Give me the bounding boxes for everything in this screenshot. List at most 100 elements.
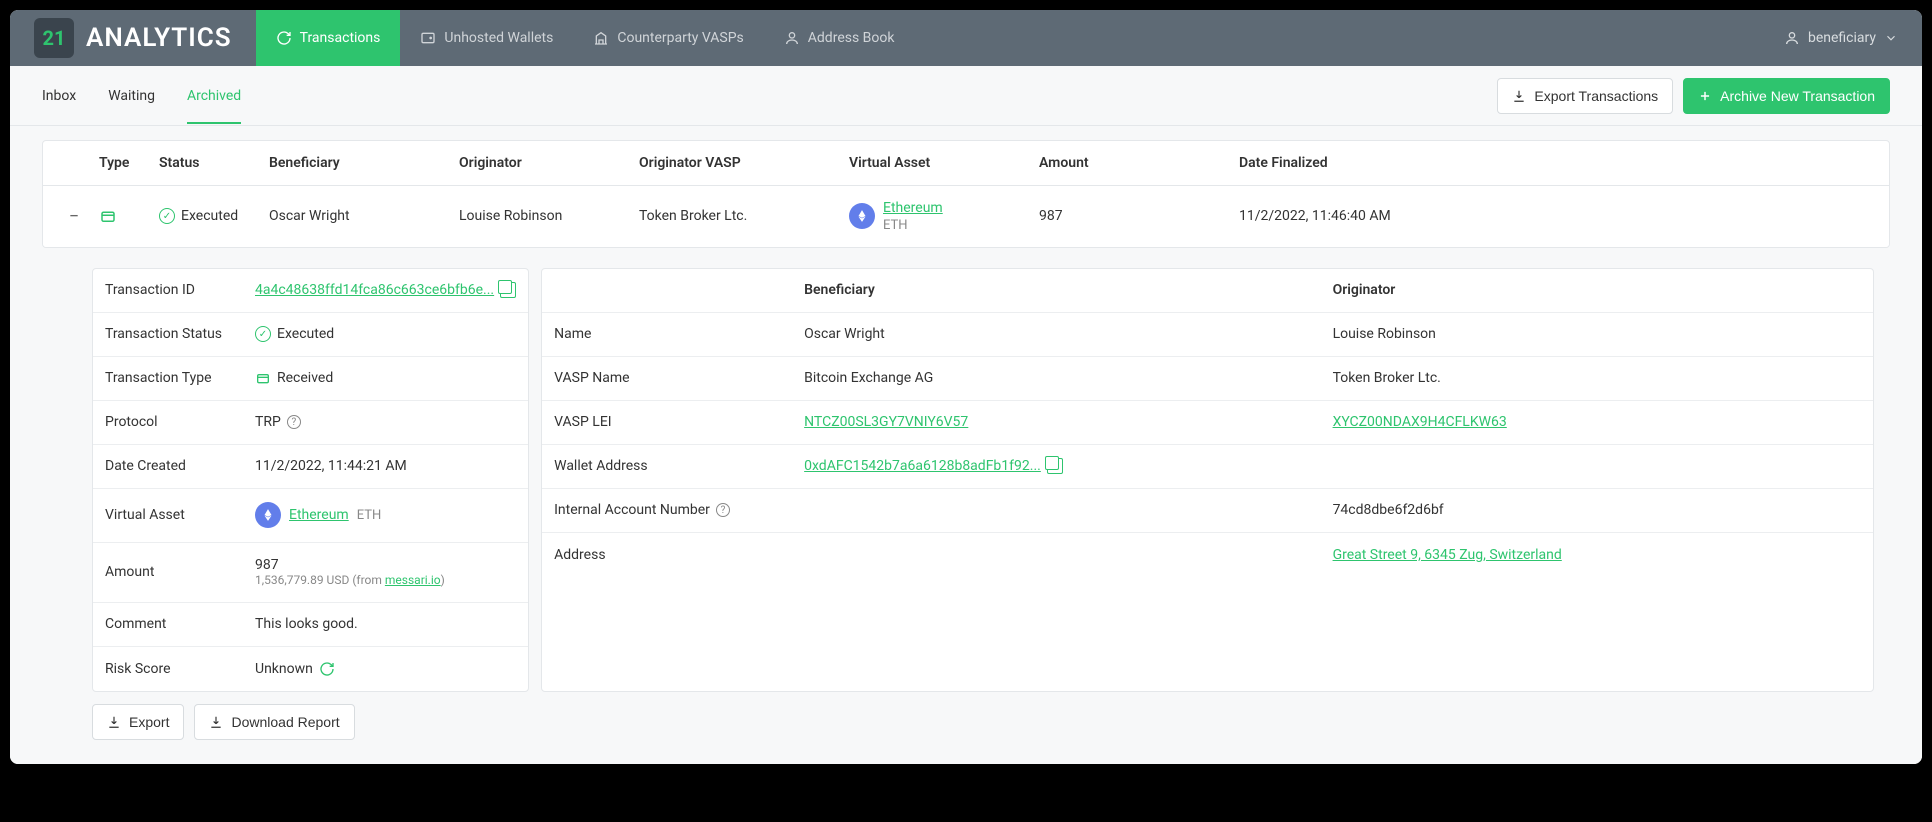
originator-address-link[interactable]: Great Street 9, 6345 Zug, Switzerland <box>1333 547 1562 563</box>
user-icon <box>1784 30 1800 46</box>
address-label: Address <box>554 547 804 563</box>
nav-item-label: Counterparty VASPs <box>617 30 743 46</box>
table-header: Type Status Beneficiary Originator Origi… <box>43 141 1889 186</box>
comment-label: Comment <box>105 616 255 632</box>
wallet-icon <box>420 30 436 46</box>
transaction-type-label: Transaction Type <box>105 370 255 386</box>
logo-mark: 21 <box>34 18 74 58</box>
user-label: beneficiary <box>1808 30 1876 46</box>
copy-icon[interactable] <box>1047 458 1063 474</box>
button-label: Export Transactions <box>1534 88 1658 104</box>
download-icon <box>209 715 223 729</box>
col-type: Type <box>95 141 155 185</box>
nav-item-label: Transactions <box>300 30 381 46</box>
ethereum-icon <box>255 502 281 528</box>
originator-vasp-lei-link[interactable]: XYCZ00NDAX9H4CFLKW63 <box>1333 414 1507 430</box>
download-icon <box>1512 89 1526 103</box>
protocol-label: Protocol <box>105 414 255 430</box>
col-originator: Originator <box>455 141 635 185</box>
comment-value: This looks good. <box>255 616 516 632</box>
received-icon <box>255 370 271 386</box>
asset-link[interactable]: Ethereum <box>883 200 943 217</box>
originator-vasp-name: Token Broker Ltc. <box>1333 370 1861 386</box>
col-originator-vasp: Originator VASP <box>635 141 845 185</box>
refresh-icon <box>276 30 292 46</box>
col-date-finalized: Date Finalized <box>1235 141 1879 185</box>
button-label: Download Report <box>231 714 339 730</box>
asset-symbol: ETH <box>883 218 908 233</box>
sub-nav: Inbox Waiting Archived Export Transactio… <box>10 66 1922 126</box>
beneficiary-header: Beneficiary <box>804 282 1332 298</box>
archive-new-transaction-button[interactable]: Archive New Transaction <box>1683 78 1890 114</box>
copy-icon[interactable] <box>500 282 516 298</box>
tab-waiting[interactable]: Waiting <box>108 68 155 124</box>
export-transactions-button[interactable]: Export Transactions <box>1497 78 1673 114</box>
originator-vasp-cell: Token Broker Ltc. <box>635 194 845 238</box>
nav-item-unhosted-wallets[interactable]: Unhosted Wallets <box>400 10 573 66</box>
transaction-status-label: Transaction Status <box>105 326 255 342</box>
status-label: Executed <box>181 208 238 224</box>
user-menu[interactable]: beneficiary <box>1760 10 1922 66</box>
virtual-asset-label: Virtual Asset <box>105 507 255 523</box>
detail-area: Transaction ID 4a4c48638ffd14fca86c663ce… <box>42 268 1890 692</box>
tab-inbox[interactable]: Inbox <box>42 68 76 124</box>
beneficiary-vasp-lei-link[interactable]: NTCZ00SL3GY7VNIY6V57 <box>804 414 968 430</box>
vasp-lei-label: VASP LEI <box>554 414 804 430</box>
asset-link[interactable]: Ethereum <box>289 507 349 523</box>
sub-tabs: Inbox Waiting Archived <box>42 68 241 124</box>
internal-account-label: Internal Account Number ? <box>554 502 804 518</box>
export-button[interactable]: Export <box>92 704 184 740</box>
chevron-down-icon <box>1884 31 1898 45</box>
button-label: Export <box>129 714 169 730</box>
row-collapse-toggle[interactable]: − <box>53 192 95 241</box>
tab-archived[interactable]: Archived <box>187 68 241 124</box>
amount-usd-suffix: ) <box>441 573 445 587</box>
top-bar: 21 ANALYTICS Transactions Unhosted Walle… <box>10 10 1922 66</box>
date-created-value: 11/2/2022, 11:44:21 AM <box>255 458 516 474</box>
risk-score-label: Risk Score <box>105 661 255 677</box>
refresh-icon[interactable] <box>319 661 335 677</box>
protocol-value: TRP <box>255 414 281 430</box>
plus-icon <box>1698 89 1712 103</box>
wallet-address-label: Wallet Address <box>554 458 804 474</box>
originator-cell: Louise Robinson <box>455 194 635 238</box>
nav-item-label: Address Book <box>808 30 895 46</box>
nav-item-counterparty-vasps[interactable]: Counterparty VASPs <box>573 10 763 66</box>
logo-text: ANALYTICS <box>86 23 232 53</box>
amount-cell: 987 <box>1035 194 1135 238</box>
table-row[interactable]: − Executed Oscar Wright Louise Robinson … <box>43 186 1889 247</box>
check-circle-icon <box>159 208 175 224</box>
transaction-id-link[interactable]: 4a4c48638ffd14fca86c663ce6bfb6e... <box>255 282 494 298</box>
amount-value: 987 <box>255 557 516 573</box>
nav-item-transactions[interactable]: Transactions <box>256 10 401 66</box>
button-label: Archive New Transaction <box>1720 88 1875 104</box>
beneficiary-name: Oscar Wright <box>804 326 1332 342</box>
amount-label: Amount <box>105 564 255 580</box>
transaction-details-panel: Transaction ID 4a4c48638ffd14fca86c663ce… <box>92 268 529 692</box>
user-icon <box>784 30 800 46</box>
beneficiary-vasp-name: Bitcoin Exchange AG <box>804 370 1332 386</box>
received-icon <box>95 193 155 239</box>
col-status: Status <box>155 141 265 185</box>
help-icon[interactable]: ? <box>287 415 301 429</box>
transaction-type-value: Received <box>277 370 333 386</box>
col-virtual-asset: Virtual Asset <box>845 141 1035 185</box>
help-icon[interactable]: ? <box>716 503 730 517</box>
parties-panel: Beneficiary Originator Name Oscar Wright… <box>541 268 1874 692</box>
originator-name: Louise Robinson <box>1333 326 1861 342</box>
virtual-asset-cell: Ethereum ETH <box>845 186 1035 247</box>
vasp-name-label: VASP Name <box>554 370 804 386</box>
col-amount: Amount <box>1035 141 1135 185</box>
date-finalized-cell: 11/2/2022, 11:46:40 AM <box>1235 194 1879 238</box>
check-circle-icon <box>255 326 271 342</box>
originator-header: Originator <box>1333 282 1861 298</box>
nav-item-label: Unhosted Wallets <box>444 30 553 46</box>
main-nav: Transactions Unhosted Wallets Counterpar… <box>256 10 915 66</box>
status-cell: Executed <box>155 194 265 238</box>
usd-source-link[interactable]: messari.io <box>385 573 441 587</box>
nav-item-address-book[interactable]: Address Book <box>764 10 915 66</box>
beneficiary-cell: Oscar Wright <box>265 194 455 238</box>
download-report-button[interactable]: Download Report <box>194 704 354 740</box>
amount-usd-value: 1,536,779.89 USD (from <box>255 573 385 587</box>
beneficiary-wallet-link[interactable]: 0xdAFC1542b7a6a6128b8adFb1f92... <box>804 458 1041 474</box>
